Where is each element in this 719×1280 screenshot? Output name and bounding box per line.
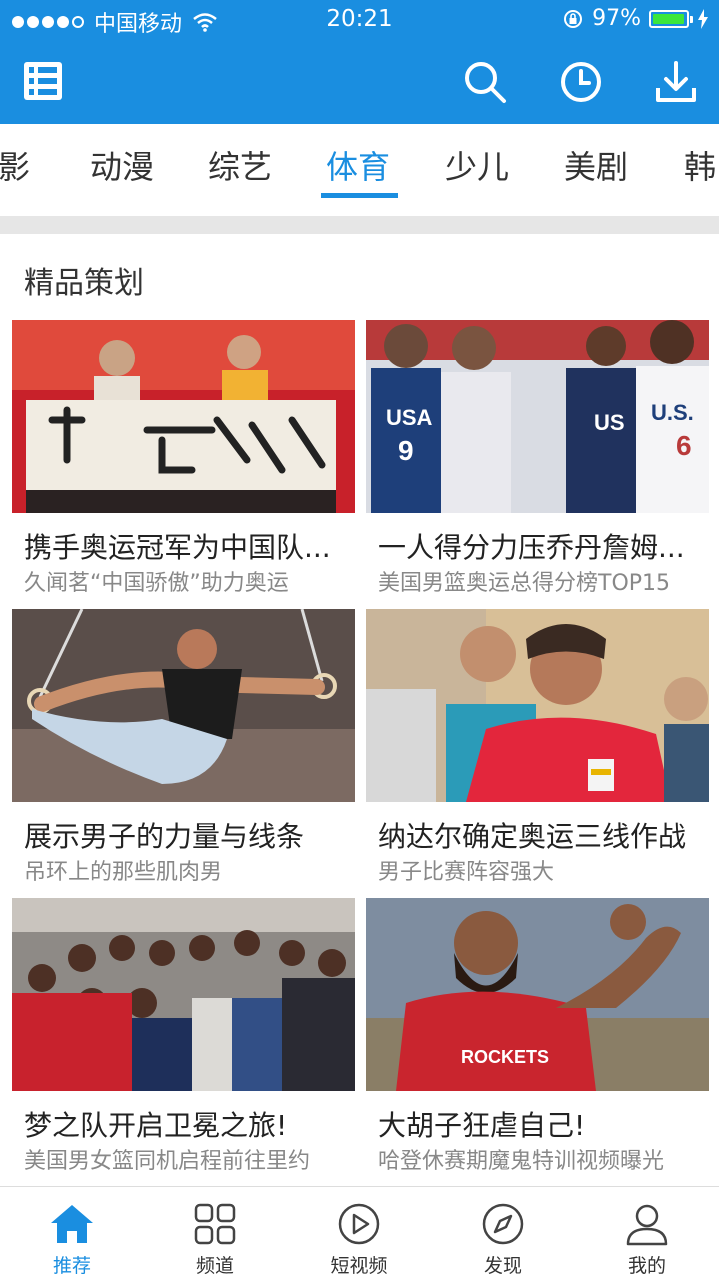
card-thumbnail <box>12 609 355 802</box>
tab-anime[interactable]: 动漫 <box>90 142 154 188</box>
card-title: 展示男子的力量与线条 <box>24 820 305 853</box>
card-1[interactable]: 携手奥运冠军为中国队... 久闻茗“中国骄傲”助力奥运 <box>12 320 355 596</box>
bottom-navigation: 推荐 频道 短视频 发现 我的 <box>0 1186 719 1280</box>
battery-icon <box>649 9 693 28</box>
nav-discover[interactable]: 发现 <box>453 1201 553 1278</box>
section-divider <box>0 216 719 234</box>
charging-icon <box>698 8 708 29</box>
card-3[interactable]: 展示男子的力量与线条 吊环上的那些肌肉男 <box>12 609 355 885</box>
library-button[interactable] <box>20 58 68 106</box>
card-thumbnail <box>366 609 709 802</box>
nav-channels[interactable]: 频道 <box>165 1201 265 1278</box>
card-subtitle: 美国男女篮同机启程前往里约 <box>24 1149 311 1174</box>
section-title: 精品策划 <box>24 266 144 301</box>
nav-label: 频道 <box>195 1255 234 1277</box>
card-subtitle: 男子比赛阵容强大 <box>378 860 555 885</box>
svg-text:USA: USA <box>386 405 433 430</box>
svg-text:6: 6 <box>676 430 692 461</box>
card-title: 大胡子狂虐自己! <box>378 1109 586 1142</box>
tab-sports[interactable]: 体育 <box>326 142 390 188</box>
card-subtitle: 吊环上的那些肌肉男 <box>24 860 223 885</box>
card-5[interactable]: 梦之队开启卫冕之旅! 美国男女篮同机启程前往里约 <box>12 898 355 1174</box>
grid-icon <box>194 1203 236 1245</box>
nav-label: 我的 <box>627 1255 666 1277</box>
card-6[interactable]: ROCKETS 大胡子狂虐自己! 哈登休赛期魔鬼特训视频曝光 <box>366 898 709 1174</box>
nav-recommend[interactable]: 推荐 <box>22 1201 122 1278</box>
status-right: 97% <box>562 6 709 31</box>
card-subtitle: 哈登休赛期魔鬼特训视频曝光 <box>378 1149 665 1174</box>
tab-movie[interactable]: 影 <box>0 142 30 188</box>
card-thumbnail: ROCKETS <box>366 898 709 1091</box>
category-tabs: 影 动漫 综艺 体育 少儿 美剧 韩 <box>0 124 719 216</box>
battery-percent: 97% <box>592 6 641 31</box>
tab-kids[interactable]: 少儿 <box>445 142 509 188</box>
nav-short-video[interactable]: 短视频 <box>309 1201 409 1278</box>
play-icon <box>338 1203 380 1245</box>
svg-text:U.S.: U.S. <box>651 400 694 425</box>
search-button[interactable] <box>461 58 509 106</box>
card-thumbnail: USA US U.S. 6 9 <box>366 320 709 513</box>
card-4[interactable]: 纳达尔确定奥运三线作战 男子比赛阵容强大 <box>366 609 709 885</box>
nav-label: 短视频 <box>330 1255 388 1277</box>
app-header <box>0 40 719 124</box>
compass-icon <box>482 1203 524 1245</box>
card-title: 一人得分力压乔丹詹姆... <box>378 531 685 564</box>
download-button[interactable] <box>652 58 700 106</box>
tab-us-drama[interactable]: 美剧 <box>564 142 628 188</box>
svg-text:US: US <box>594 410 625 435</box>
profile-icon <box>626 1204 668 1246</box>
active-tab-indicator <box>321 193 398 198</box>
card-2[interactable]: USA US U.S. 6 9 一人得分力压乔丹詹姆... 美国男篮奥运总得分榜… <box>366 320 709 596</box>
rotation-lock-icon <box>564 9 583 28</box>
svg-text:9: 9 <box>398 435 414 466</box>
nav-label: 发现 <box>483 1255 522 1277</box>
nav-label: 推荐 <box>52 1255 91 1277</box>
search-icon <box>465 62 506 103</box>
content-area: 精品策划 携手奥运冠军为中国队... 久闻茗“中国骄傲”助力奥运 USA US … <box>0 234 719 1186</box>
card-title: 携手奥运冠军为中国队... <box>24 531 331 564</box>
svg-text:ROCKETS: ROCKETS <box>461 1047 549 1067</box>
card-title: 梦之队开启卫冕之旅! <box>24 1109 288 1142</box>
card-thumbnail <box>12 320 355 513</box>
home-icon <box>51 1205 93 1243</box>
card-subtitle: 美国男篮奥运总得分榜TOP15 <box>378 571 671 596</box>
card-thumbnail <box>12 898 355 1091</box>
card-subtitle: 久闻茗“中国骄傲”助力奥运 <box>24 571 289 596</box>
download-icon <box>656 61 696 102</box>
tab-variety[interactable]: 综艺 <box>208 142 272 188</box>
history-button[interactable] <box>557 58 605 106</box>
library-icon <box>24 62 62 100</box>
history-icon <box>561 62 601 102</box>
status-bar: 中国移动 20:21 97% <box>0 0 719 40</box>
nav-me[interactable]: 我的 <box>597 1201 697 1278</box>
tab-korean[interactable]: 韩 <box>684 142 716 188</box>
card-title: 纳达尔确定奥运三线作战 <box>378 820 687 853</box>
